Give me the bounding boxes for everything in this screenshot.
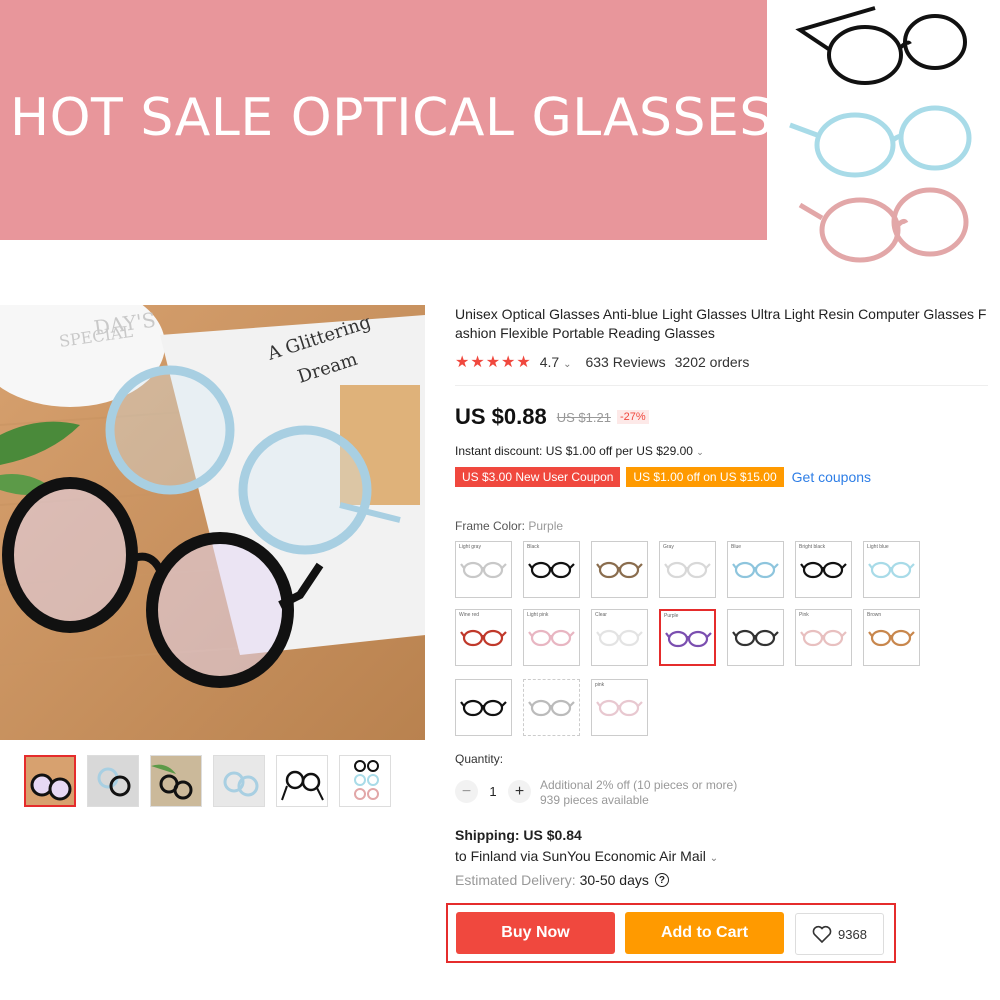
- swatch-label: pink: [595, 682, 605, 688]
- glasses-icon: [528, 699, 575, 717]
- chevron-down-icon: ⌄: [709, 853, 719, 864]
- swatch-label: Pink: [799, 612, 809, 618]
- rating-row: ★★★★★ 4.7 ⌄ 633 Reviews 3202 orders: [455, 352, 749, 372]
- get-coupons-link[interactable]: Get coupons: [792, 469, 871, 485]
- color-swatch[interactable]: Clear: [591, 609, 648, 666]
- rating-value[interactable]: 4.7 ⌄: [540, 354, 572, 370]
- add-to-cart-button[interactable]: Add to Cart: [625, 912, 784, 954]
- coupon-row: US $3.00 New User Coupon US $1.00 off on…: [455, 467, 871, 487]
- current-price: US $0.88: [455, 404, 547, 429]
- swatch-label: Wine red: [459, 612, 480, 618]
- thumbnail-6[interactable]: [339, 755, 391, 807]
- reviews-link[interactable]: 633 Reviews: [585, 354, 665, 370]
- color-swatch[interactable]: Light gray: [455, 541, 512, 598]
- discount-badge: -27%: [616, 410, 649, 424]
- swatch-label: Light gray: [459, 544, 481, 550]
- price-row: US $0.88 US $1.21 -27%: [455, 404, 649, 430]
- glasses-icon: [528, 561, 575, 579]
- glasses-icon: [800, 629, 847, 647]
- buy-now-button[interactable]: Buy Now: [456, 912, 615, 954]
- color-swatch[interactable]: Light blue: [863, 541, 920, 598]
- original-price: US $1.21: [556, 409, 611, 425]
- swatch-label: Bright black: [799, 544, 826, 550]
- color-swatch[interactable]: Wine red: [455, 609, 512, 666]
- glasses-icon: [868, 561, 915, 579]
- banner-glasses-image: [789, 6, 972, 263]
- color-swatch[interactable]: Blue: [727, 541, 784, 598]
- glasses-icon: [596, 699, 643, 717]
- swatch-label: Purple: [664, 613, 679, 619]
- swatch-label: Light blue: [867, 544, 889, 550]
- heart-icon: [812, 925, 832, 943]
- delivery-label: Estimated Delivery:: [455, 872, 576, 888]
- divider: [455, 385, 988, 386]
- banner-title: HOT SALE OPTICAL GLASSES: [10, 88, 773, 148]
- glasses-icon: [665, 630, 712, 648]
- color-swatch[interactable]: Pink: [795, 609, 852, 666]
- thumbnail-strip: [24, 755, 391, 807]
- color-swatch[interactable]: Bright black: [795, 541, 852, 598]
- quantity-stepper: − 1 +: [455, 780, 531, 803]
- chevron-down-icon: ⌄: [696, 447, 704, 457]
- color-swatch[interactable]: Light pink: [523, 609, 580, 666]
- color-swatch[interactable]: [455, 679, 512, 736]
- bulk-discount-note: Additional 2% off (10 pieces or more): [540, 778, 738, 792]
- promo-banner: HOT SALE OPTICAL GLASSES: [0, 0, 772, 240]
- swatch-label: Clear: [595, 612, 607, 618]
- thumbnail-5[interactable]: [276, 755, 328, 807]
- glasses-icon: [732, 629, 779, 647]
- color-swatch[interactable]: pink: [591, 679, 648, 736]
- glasses-icon: [800, 561, 847, 579]
- quantity-decrease-button[interactable]: −: [455, 780, 478, 803]
- wishlist-count: 9368: [838, 926, 867, 942]
- color-swatch[interactable]: [523, 679, 580, 736]
- color-swatch[interactable]: Gray: [659, 541, 716, 598]
- shipping-method[interactable]: to Finland via SunYou Economic Air Mail …: [455, 848, 718, 864]
- swatch-label: Gray: [663, 544, 674, 550]
- color-swatch[interactable]: [727, 609, 784, 666]
- color-swatch[interactable]: Brown: [863, 609, 920, 666]
- estimated-delivery: Estimated Delivery: 30-50 days ?: [455, 872, 669, 888]
- new-user-coupon[interactable]: US $3.00 New User Coupon: [455, 467, 621, 487]
- wishlist-button[interactable]: 9368: [795, 913, 884, 955]
- stock-available: 939 pieces available: [540, 793, 649, 807]
- color-swatch[interactable]: Purple: [659, 609, 716, 666]
- glasses-icon: [460, 561, 507, 579]
- swatch-label: Light pink: [527, 612, 549, 618]
- thumbnail-1[interactable]: [24, 755, 76, 807]
- main-product-image[interactable]: DAY'S SPECIAL A Glittering Dream: [0, 305, 425, 740]
- color-swatch[interactable]: Black: [523, 541, 580, 598]
- quantity-value[interactable]: 1: [478, 784, 508, 799]
- glasses-icon: [596, 629, 643, 647]
- orders-count: 3202 orders: [674, 354, 750, 370]
- frame-color-label: Frame Color: Purple: [455, 519, 564, 533]
- selected-color-value: Purple: [528, 519, 564, 533]
- swatch-label: Blue: [731, 544, 742, 550]
- quantity-note: Additional 2% off (10 pieces or more) 93…: [540, 778, 737, 808]
- color-swatch[interactable]: [591, 541, 648, 598]
- instant-discount[interactable]: Instant discount: US $1.00 off per US $2…: [455, 444, 704, 458]
- store-coupon[interactable]: US $1.00 off on US $15.00: [626, 467, 784, 487]
- glasses-icon: [460, 699, 507, 717]
- chevron-down-icon: ⌄: [563, 359, 572, 370]
- quantity-increase-button[interactable]: +: [508, 780, 531, 803]
- glasses-icon: [596, 561, 643, 579]
- glasses-icon: [460, 629, 507, 647]
- rating-stars-icon: ★★★★★: [455, 354, 532, 371]
- shipping-cost: Shipping: US $0.84: [455, 827, 582, 843]
- thumbnail-3[interactable]: [150, 755, 202, 807]
- help-icon[interactable]: ?: [654, 873, 669, 887]
- swatch-label: Brown: [867, 612, 882, 618]
- thumbnail-2[interactable]: [87, 755, 139, 807]
- thumbnail-4[interactable]: [213, 755, 265, 807]
- glasses-icon: [664, 561, 711, 579]
- glasses-icon: [868, 629, 915, 647]
- glasses-icon: [732, 561, 779, 579]
- glasses-icon: [528, 629, 575, 647]
- swatch-label: Black: [527, 544, 540, 550]
- quantity-label: Quantity:: [455, 752, 504, 766]
- product-title: Unisex Optical Glasses Anti-blue Light G…: [455, 306, 987, 341]
- delivery-value: 30-50 days: [579, 872, 649, 888]
